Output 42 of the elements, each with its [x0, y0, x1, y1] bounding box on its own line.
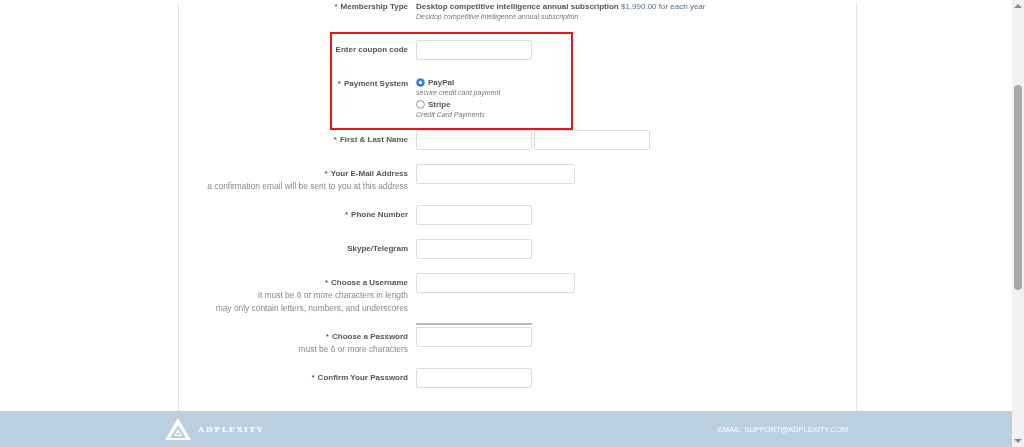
- field-label: Enter coupon code: [335, 45, 408, 54]
- scrollbar[interactable]: [1012, 0, 1024, 447]
- field-label: Your E-Mail Address: [330, 169, 408, 178]
- required-mark: *: [333, 135, 337, 144]
- option-label[interactable]: Stripe: [428, 100, 451, 109]
- triangle-logo-icon: [164, 417, 192, 441]
- field-label: First & Last Name: [339, 135, 408, 144]
- input-field[interactable]: [416, 368, 532, 388]
- required-mark: *: [344, 210, 349, 219]
- field-label: Skype/Telegram: [347, 244, 408, 253]
- field-hint: must be 6 or more characters: [298, 344, 408, 354]
- input-field[interactable]: [416, 164, 575, 184]
- scroll-down-icon[interactable]: [1014, 438, 1022, 444]
- required-mark: *: [311, 373, 315, 382]
- field-hint: a confirmation email will be sent to you at this address: [207, 181, 408, 191]
- scrollbar-thumb[interactable]: [1014, 85, 1022, 290]
- required-mark: *: [324, 169, 328, 178]
- input-field[interactable]: [416, 239, 532, 259]
- field-label: Choose a Username: [331, 278, 408, 287]
- field-label: Phone Number: [351, 210, 408, 219]
- plan-text: Desktop competitive intelligence annual subscription $1,990.00 for each year: [416, 2, 706, 11]
- required-mark: *: [325, 332, 329, 341]
- field-label: Payment System: [343, 79, 408, 88]
- input-field[interactable]: [416, 205, 532, 225]
- input-field[interactable]: [416, 273, 575, 293]
- field-label: Membership Type: [340, 2, 408, 11]
- option-label[interactable]: PayPal: [428, 78, 455, 87]
- scroll-up-icon[interactable]: [1014, 3, 1022, 9]
- required-mark: *: [324, 278, 329, 287]
- required-mark: *: [337, 79, 341, 88]
- field-label: Confirm Your Password: [317, 373, 408, 382]
- input-field[interactable]: [416, 327, 532, 347]
- brand-name: ADPLEXITY: [198, 424, 264, 434]
- input-field[interactable]: [416, 40, 532, 60]
- field-label: Choose a Password: [331, 332, 408, 341]
- input-field[interactable]: [534, 130, 650, 150]
- radio-button[interactable]: [416, 78, 425, 87]
- field-hint: it must be 6 or more characters in length: [258, 290, 408, 300]
- radio-button[interactable]: [416, 100, 425, 109]
- input-field[interactable]: [416, 130, 532, 150]
- field-hint: may only contain letters, numbers, and underscores: [215, 303, 408, 313]
- required-mark: *: [334, 2, 338, 11]
